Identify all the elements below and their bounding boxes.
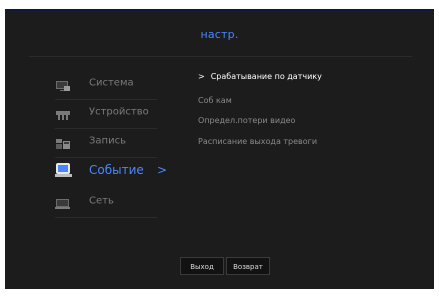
menu-item-record[interactable]: Запись [55, 128, 157, 158]
menu-label-system: Система [89, 77, 134, 89]
selected-marker: > [198, 72, 205, 81]
menu-label-event: Событие [89, 163, 144, 177]
submenu-camera-event[interactable]: Соб кам [198, 96, 232, 105]
submenu-label: Срабатывание по датчику [210, 72, 322, 81]
network-icon [55, 195, 71, 209]
monitor-system-icon [55, 77, 71, 91]
back-button[interactable]: Возврат [226, 257, 270, 275]
submenu-sensor-trigger[interactable]: > Срабатывание по датчику [198, 72, 322, 81]
menu-label-network: Сеть [89, 195, 114, 207]
window-top-border [5, 9, 434, 11]
submenu-label: Расписание выхода тревоги [198, 137, 318, 146]
menu-divider [55, 217, 157, 218]
camera-device-icon [55, 106, 71, 120]
submenu-alarm-output-schedule[interactable]: Расписание выхода тревоги [198, 137, 317, 146]
chevron-right-icon: > [157, 163, 168, 177]
submenu-label: Определ.потери видео [198, 116, 296, 125]
menu-label-device: Устройство [89, 106, 149, 118]
event-icon [55, 162, 73, 178]
submenu-label: Соб кам [198, 96, 232, 105]
title-divider [29, 56, 412, 57]
menu-item-system[interactable]: Система [55, 70, 157, 100]
exit-button[interactable]: Выход [180, 257, 224, 275]
menu-label-record: Запись [89, 135, 126, 147]
menu-item-device[interactable]: Устройство [55, 99, 157, 129]
settings-window: настр. Система Устройство Запись Событие… [5, 9, 434, 289]
submenu-video-loss[interactable]: Определ.потери видео [198, 116, 295, 125]
menu-item-event[interactable]: Событие > [55, 155, 167, 185]
record-icon [55, 135, 71, 149]
menu-item-network[interactable]: Сеть [55, 188, 157, 218]
page-title: настр. [200, 28, 239, 41]
